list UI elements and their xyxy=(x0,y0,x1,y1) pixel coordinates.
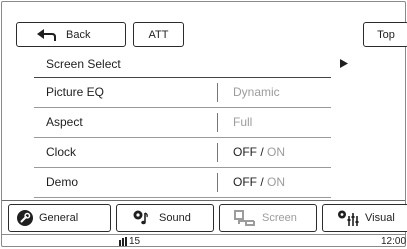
off-option[interactable]: OFF / xyxy=(233,175,264,189)
setting-label: Picture EQ xyxy=(46,85,105,99)
wrench-icon xyxy=(17,210,33,226)
top-label: Top xyxy=(377,28,395,41)
divider xyxy=(34,107,331,108)
att-button[interactable]: ATT xyxy=(133,22,184,47)
setting-row-demo[interactable]: Demo OFF / ON xyxy=(34,169,331,196)
setting-label: Demo xyxy=(46,175,79,189)
on-option[interactable]: ON xyxy=(267,175,285,189)
column-divider xyxy=(217,143,218,162)
top-bar: Back ATT Top xyxy=(2,2,407,49)
off-option[interactable]: OFF / xyxy=(233,145,264,159)
setting-value: Dynamic xyxy=(233,85,280,99)
setting-value: Full xyxy=(233,115,253,129)
volume-indicator: 15 xyxy=(119,236,140,247)
tab-label: Screen xyxy=(262,212,297,224)
top-button[interactable]: Top xyxy=(363,22,407,47)
setting-row-picture-eq[interactable]: Picture EQ Dynamic xyxy=(34,79,331,106)
volume-icon xyxy=(119,237,127,246)
settings-window: Back ATT Top Screen Select Picture EQ Dy… xyxy=(1,1,407,249)
column-divider xyxy=(217,83,218,102)
tab-label: General xyxy=(39,212,79,224)
status-bar: 15 12:00 xyxy=(2,234,407,249)
back-arrow-icon xyxy=(37,28,56,41)
att-label: ATT xyxy=(148,28,169,41)
tab-sound[interactable]: Sound xyxy=(116,204,214,232)
tab-label: Sound xyxy=(159,212,191,224)
setting-row-aspect[interactable]: Aspect Full xyxy=(34,109,331,136)
divider xyxy=(34,137,331,138)
setting-label: Clock xyxy=(46,145,77,159)
setting-toggle[interactable]: OFF / ON xyxy=(233,175,285,189)
divider xyxy=(34,167,331,168)
divider xyxy=(34,77,331,78)
tab-screen[interactable]: Screen xyxy=(219,204,317,232)
setting-label: Aspect xyxy=(46,115,83,129)
clock-display: 12:00 xyxy=(381,236,407,247)
right-triangle-icon[interactable] xyxy=(340,59,348,68)
back-label: Back xyxy=(66,28,91,41)
column-divider xyxy=(217,173,218,192)
category-tabs: General Sound Screen Visual xyxy=(2,200,407,234)
column-divider xyxy=(217,113,218,132)
speaker-note-icon xyxy=(133,210,148,225)
divider xyxy=(34,197,331,198)
sliders-icon xyxy=(338,210,359,226)
screen-icon xyxy=(234,210,255,226)
tab-general[interactable]: General xyxy=(8,204,111,232)
tab-visual[interactable]: Visual xyxy=(322,204,407,232)
setting-toggle[interactable]: OFF / ON xyxy=(233,145,285,159)
volume-value: 15 xyxy=(129,236,141,247)
screen-select-row[interactable]: Screen Select xyxy=(34,51,331,78)
back-button[interactable]: Back xyxy=(16,22,126,47)
on-option[interactable]: ON xyxy=(267,145,285,159)
setting-row-clock[interactable]: Clock OFF / ON xyxy=(34,139,331,166)
screen-select-label: Screen Select xyxy=(46,57,121,71)
tab-label: Visual xyxy=(365,212,395,224)
